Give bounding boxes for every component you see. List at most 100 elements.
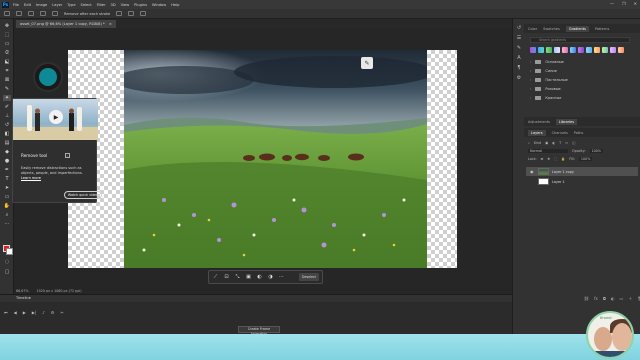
circle-icon[interactable]: ◐	[256, 274, 263, 281]
split-icon[interactable]: ✂	[60, 310, 63, 315]
gradient-group-basic[interactable]: › Основные	[530, 58, 630, 65]
brush-size-icon[interactable]	[28, 11, 34, 16]
opacity-input[interactable]: 100%	[589, 149, 603, 153]
history-icon[interactable]: ↺	[516, 25, 522, 31]
lock-all-icon[interactable]: 🔒	[561, 157, 565, 161]
tab-swatches[interactable]: Swatches	[543, 27, 560, 31]
menu-image[interactable]: Image	[36, 3, 47, 7]
deselect-button[interactable]: Deselect	[299, 273, 319, 281]
maximize-button[interactable]: ❐	[622, 1, 626, 6]
fill-icon[interactable]: ◑	[267, 274, 274, 281]
generative-fill-icon[interactable]: ✎	[361, 57, 373, 69]
create-frame-animation-button[interactable]: Create Frame Animation	[238, 326, 280, 336]
tab-adjustments[interactable]: Adjustments	[528, 120, 550, 124]
menu-help[interactable]: Help	[171, 3, 179, 7]
settings-gear-icon[interactable]: ⚙	[51, 310, 55, 315]
more-tools-icon[interactable]: ⋯	[3, 221, 11, 227]
gradient-swatch[interactable]	[618, 47, 624, 53]
pen-tool-icon[interactable]: ✒	[3, 167, 11, 173]
menu-view[interactable]: View	[121, 3, 130, 7]
redo-icon[interactable]	[128, 11, 135, 16]
blur-tool-icon[interactable]: ◆	[3, 149, 11, 155]
gradient-swatch[interactable]	[594, 47, 600, 53]
gradient-group-red[interactable]: › Красные	[530, 94, 630, 101]
background-color-swatch[interactable]	[6, 248, 13, 255]
gradient-swatch[interactable]	[530, 47, 536, 53]
dodge-tool-icon[interactable]: ●	[3, 158, 11, 164]
add-mask-icon[interactable]: ◘	[603, 296, 606, 302]
tab-color[interactable]: Color	[528, 27, 537, 31]
mask-icon[interactable]: ▣	[245, 274, 252, 281]
filter-type-icon[interactable]: T	[559, 141, 561, 145]
remove-tool-icon[interactable]: ✦	[3, 95, 11, 101]
gradient-swatch[interactable]	[586, 47, 592, 53]
gradient-swatch[interactable]	[570, 47, 576, 53]
tab-gradients[interactable]: Gradients	[565, 25, 589, 32]
menu-type[interactable]: Type	[67, 3, 75, 7]
tab-patterns[interactable]: Patterns	[595, 27, 609, 31]
menu-layer[interactable]: Layer	[52, 3, 62, 7]
filter-pixel-icon[interactable]: ▣	[545, 141, 548, 145]
home-icon[interactable]	[4, 11, 10, 16]
sample-all-layers-icon[interactable]	[40, 11, 46, 16]
checkbox-remove-after-stroke[interactable]	[52, 11, 58, 16]
tab-layers[interactable]: Layers	[528, 129, 546, 136]
canvas-image[interactable]	[124, 50, 427, 268]
tab-channels[interactable]: Channels	[552, 131, 568, 135]
tab-libraries[interactable]: Libraries	[555, 118, 578, 125]
lasso-tool-icon[interactable]: ᘓ	[3, 50, 11, 56]
history-brush-tool-icon[interactable]: ↺	[3, 122, 11, 128]
gradient-group-blue[interactable]: › Синие	[530, 67, 630, 74]
gradient-swatch[interactable]	[538, 47, 544, 53]
layer-style-icon[interactable]: fx	[594, 296, 598, 302]
lock-artboard-icon[interactable]: ⬚	[554, 157, 557, 161]
glyphs-icon[interactable]: ⚙	[516, 75, 522, 81]
properties-icon[interactable]: ☰	[516, 35, 522, 41]
menu-window[interactable]: Window	[152, 3, 166, 7]
filter-adjustment-icon[interactable]: ◐	[552, 141, 555, 145]
gradient-group-pastel[interactable]: › Пастельные	[530, 76, 630, 83]
gradient-group-pink[interactable]: › Розовые	[530, 85, 630, 92]
gradient-search-input[interactable]: Search gradients	[530, 37, 630, 43]
screen-mode-icon[interactable]: ▢	[3, 269, 11, 275]
new-group-icon[interactable]: ▭	[620, 296, 624, 302]
type-tool-icon[interactable]: T	[3, 176, 11, 182]
minimize-button[interactable]: —	[610, 1, 614, 6]
frame-tool-icon[interactable]: ⊠	[3, 77, 11, 83]
gradient-swatch[interactable]	[610, 47, 616, 53]
layer-row-layer-1-copy[interactable]: ◉ Layer 1 copy	[526, 167, 638, 176]
quick-mask-icon[interactable]: ◌	[3, 259, 11, 265]
audio-icon[interactable]: ♪	[42, 310, 45, 315]
lock-position-icon[interactable]: ✥	[547, 157, 550, 161]
gradient-swatch[interactable]	[546, 47, 552, 53]
new-layer-icon[interactable]: ＋	[628, 296, 632, 302]
visibility-eye-icon[interactable]: ◉	[530, 169, 535, 174]
menu-file[interactable]: File	[13, 3, 19, 7]
blend-mode-select[interactable]: Normal	[528, 149, 568, 153]
gradient-swatch[interactable]	[602, 47, 608, 53]
link-layers-icon[interactable]: ⛓	[584, 296, 589, 302]
path-selection-tool-icon[interactable]: ➤	[3, 185, 11, 191]
info-icon[interactable]: i	[65, 153, 70, 158]
undo-icon[interactable]	[116, 11, 123, 16]
tab-paths[interactable]: Paths	[574, 131, 584, 135]
zoom-tool-icon[interactable]: ⌕	[3, 212, 11, 218]
artboard-tool-icon[interactable]: ⬚	[3, 32, 11, 38]
tool-preset-icon[interactable]	[16, 11, 22, 16]
brush-tool-icon[interactable]: ✐	[3, 104, 11, 110]
layer-name[interactable]: Layer 1 copy	[552, 170, 574, 174]
menu-plugins[interactable]: Plugins	[134, 3, 147, 7]
eyedropper-tool-icon[interactable]: ✎	[3, 86, 11, 92]
play-timeline-icon[interactable]: ▶	[23, 310, 26, 315]
select-subject-icon[interactable]: ⟋	[212, 274, 219, 281]
menu-3d[interactable]: 3D	[111, 3, 116, 7]
layer-row-layer-1[interactable]: Layer 1	[526, 177, 638, 186]
transform-icon[interactable]: ⊡	[223, 274, 230, 281]
brush-settings-icon[interactable]: ✎	[516, 45, 522, 51]
character-icon[interactable]: A	[516, 55, 522, 61]
gradient-swatch[interactable]	[554, 47, 560, 53]
play-icon[interactable]: ▶	[49, 110, 63, 124]
document-tab[interactable]: asset_07.png @ 66,6% (Layer 1 copy, RGB/…	[16, 20, 116, 28]
next-frame-icon[interactable]: ▶|	[32, 310, 36, 315]
first-frame-icon[interactable]: ⏮	[4, 310, 8, 315]
